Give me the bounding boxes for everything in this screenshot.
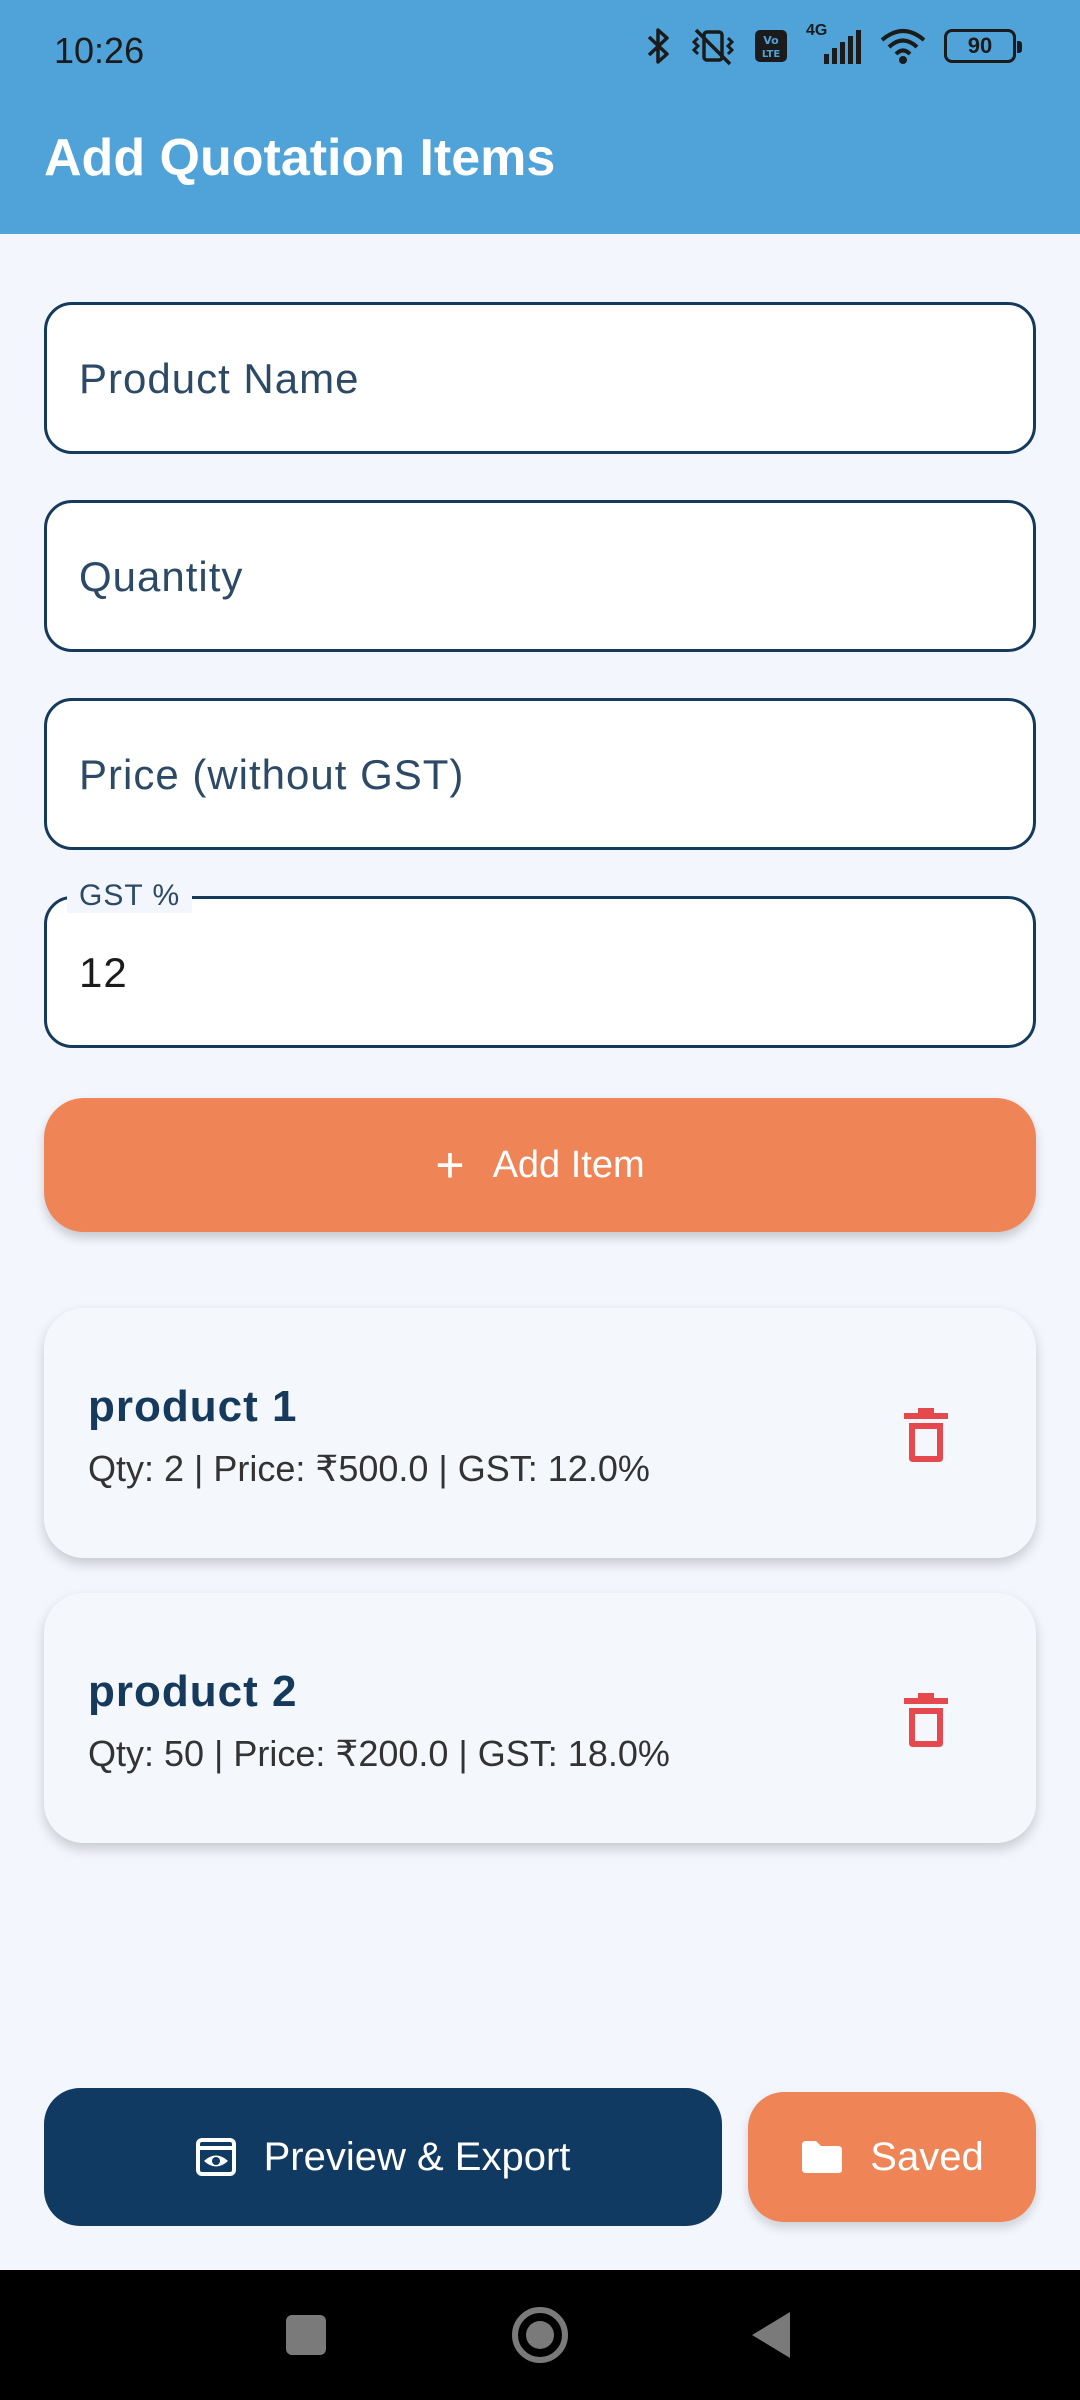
plus-icon: + [435,1137,465,1193]
preview-icon [195,2138,236,2176]
product-name-placeholder: Product Name [79,355,360,402]
price-field[interactable]: Price (without GST) [44,698,1036,850]
add-item-label: Add Item [492,1143,645,1186]
preview-export-button[interactable]: Preview & Export [44,2088,722,2226]
price-placeholder: Price (without GST) [79,751,465,798]
saved-label: Saved [870,2134,984,2179]
home-button[interactable] [512,2307,568,2363]
signal-icon: 4G [806,22,862,66]
battery-level: 90 [967,33,993,58]
svg-text:LTE: LTE [762,49,781,60]
wifi-icon [880,29,926,64]
status-time: 10:26 [54,30,145,71]
svg-text:Vo: Vo [763,34,779,47]
item-detail: Qty: 2 | Price: ₹500.0 | GST: 12.0% [88,1448,650,1489]
vibrate-mute-icon [691,28,735,66]
volte-icon: Vo LTE [755,30,787,62]
folder-icon [802,2141,843,2173]
product-name-field[interactable]: Product Name [44,302,1036,454]
delete-icon[interactable] [900,1689,952,1749]
back-button[interactable] [752,2312,790,2358]
gst-value: 12 [79,949,128,996]
quantity-placeholder: Quantity [79,553,244,600]
app-bar: 10:26 Vo LTE 4G 90 Add Quotation Items [0,0,1080,234]
page-title: Add Quotation Items [44,129,556,187]
gst-label: GST % [67,879,193,913]
status-icons: Vo LTE 4G 90 [646,22,1022,66]
system-navigation-bar [0,2270,1080,2400]
add-item-button[interactable]: + Add Item [44,1098,1036,1232]
screen: 10:26 Vo LTE 4G 90 Add Quotation Items P… [0,0,1080,2400]
quantity-field[interactable]: Quantity [44,500,1036,652]
list-item: product 1 Qty: 2 | Price: ₹500.0 | GST: … [44,1308,1036,1558]
item-name: product 2 [88,1667,298,1716]
list-item: product 2 Qty: 50 | Price: ₹200.0 | GST:… [44,1593,1036,1843]
saved-button[interactable]: Saved [748,2092,1036,2222]
gst-field[interactable]: GST % 12 [44,879,1036,1048]
battery-icon: 90 [944,29,1022,63]
bluetooth-icon [647,28,669,64]
recents-button[interactable] [286,2315,326,2355]
item-detail: Qty: 50 | Price: ₹200.0 | GST: 18.0% [88,1733,670,1774]
preview-export-label: Preview & Export [263,2134,571,2179]
item-name: product 1 [88,1382,298,1431]
delete-icon[interactable] [900,1404,952,1464]
